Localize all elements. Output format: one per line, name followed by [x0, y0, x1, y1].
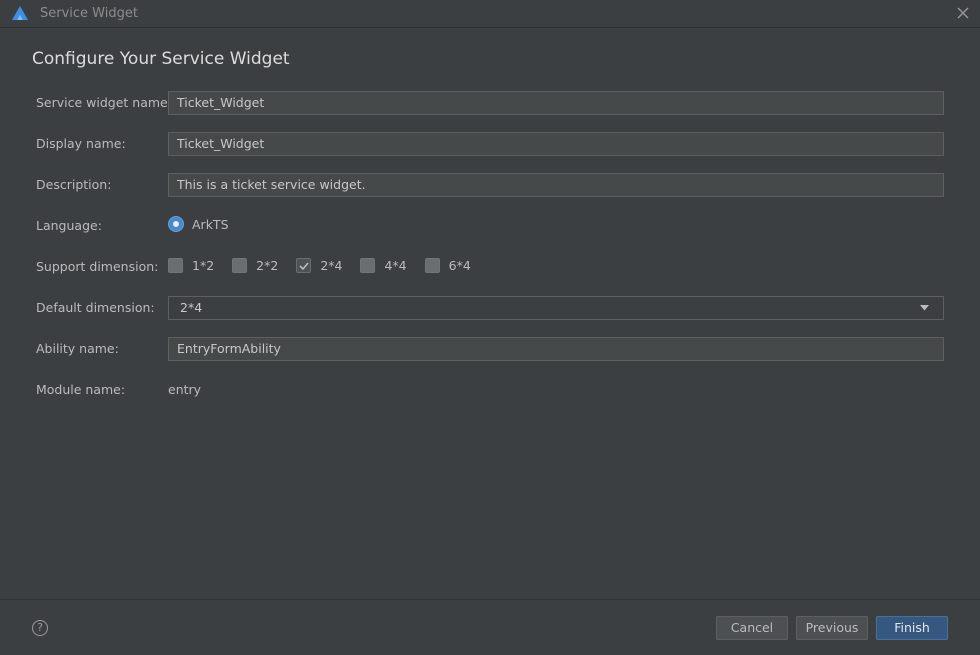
- title-bar: Service Widget: [0, 0, 980, 28]
- page-title: Configure Your Service Widget: [32, 49, 290, 69]
- default-dimension-select[interactable]: 2*4: [168, 296, 944, 320]
- finish-button[interactable]: Finish: [876, 616, 948, 640]
- dimension-option-4x4[interactable]: 4*4: [360, 258, 407, 273]
- dimension-option-2x4[interactable]: 2*4: [296, 258, 342, 273]
- dimension-label: 4*4: [384, 258, 407, 273]
- default-dimension-label: Default dimension:: [36, 300, 155, 315]
- module-name-label: Module name:: [36, 382, 126, 397]
- ability-name-label: Ability name:: [36, 341, 119, 356]
- description-row: Description: This is a ticket service wi…: [36, 173, 944, 197]
- display-name-row: Display name: Ticket_Widget: [36, 132, 944, 156]
- language-radio[interactable]: [168, 216, 184, 232]
- dimension-label: 1*2: [192, 258, 215, 273]
- display-name-field[interactable]: Ticket_Widget: [168, 132, 944, 156]
- ability-name-field[interactable]: EntryFormAbility: [168, 337, 944, 361]
- description-field[interactable]: This is a ticket service widget.: [168, 173, 944, 197]
- dimension-label: 2*4: [320, 258, 343, 273]
- language-row: Language: ArkTS: [36, 214, 944, 238]
- widget-name-row: Service widget name: Ticket_Widget: [36, 91, 944, 115]
- dimension-option-6x4[interactable]: 6*4: [424, 258, 471, 273]
- window-title: Service Widget: [40, 6, 138, 21]
- display-name-label: Display name:: [36, 136, 126, 151]
- default-dimension-row: Default dimension: 2*4: [36, 296, 944, 320]
- dimension-option-2x2[interactable]: 2*2: [232, 258, 278, 273]
- module-name-value: entry: [168, 382, 202, 397]
- dimension-checkbox-checked[interactable]: [296, 258, 312, 273]
- checkmark-icon: [299, 262, 309, 271]
- dimension-label: 6*4: [448, 258, 471, 273]
- previous-button[interactable]: Previous: [796, 616, 868, 640]
- language-option-arkts[interactable]: ArkTS: [168, 216, 229, 232]
- help-icon[interactable]: ?: [32, 620, 48, 636]
- language-label: Language:: [36, 218, 102, 233]
- cancel-button[interactable]: Cancel: [716, 616, 788, 640]
- support-dimension-checkboxes: 1*2 2*2 2*4 4*4 6*4: [168, 258, 489, 273]
- chevron-down-icon: [920, 305, 929, 311]
- support-dimension-row: Support dimension: 1*2 2*2 2*4 4*4 6*4: [36, 255, 944, 279]
- close-icon[interactable]: [954, 4, 972, 22]
- dialog-footer: ? Cancel Previous Finish: [0, 599, 980, 655]
- support-dimension-label: Support dimension:: [36, 259, 159, 274]
- widget-name-label: Service widget name:: [36, 95, 172, 110]
- dimension-label: 2*2: [256, 258, 279, 273]
- harmony-logo-icon: [12, 6, 28, 20]
- default-dimension-value: 2*4: [180, 300, 203, 315]
- dimension-checkbox[interactable]: [360, 258, 376, 273]
- widget-name-field[interactable]: Ticket_Widget: [168, 91, 944, 115]
- dimension-option-1x2[interactable]: 1*2: [168, 258, 214, 273]
- ability-name-row: Ability name: EntryFormAbility: [36, 337, 944, 361]
- module-name-row: Module name: entry: [36, 378, 944, 402]
- description-label: Description:: [36, 177, 112, 192]
- dimension-checkbox[interactable]: [168, 258, 183, 273]
- language-radio-label: ArkTS: [192, 216, 229, 232]
- dimension-checkbox[interactable]: [424, 258, 440, 273]
- dimension-checkbox[interactable]: [232, 258, 248, 273]
